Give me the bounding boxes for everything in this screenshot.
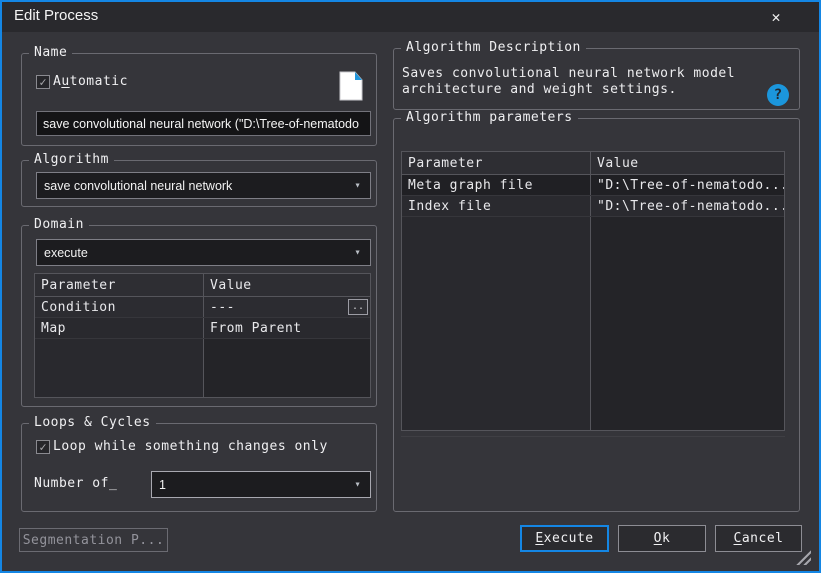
algorithm-dropdown-value: save convolutional neural network [44, 179, 232, 193]
automatic-checkbox[interactable]: ✓ [36, 75, 50, 89]
execute-button[interactable]: Execute [520, 525, 609, 552]
chevron-down-icon: ▼ [354, 481, 361, 488]
table-row-condition[interactable]: Condition --- .. [35, 297, 370, 318]
parameters-table-empty-area [402, 217, 784, 430]
column-header-value: Value [204, 274, 370, 296]
column-header-parameter: Parameter [402, 152, 591, 174]
number-of-dropdown[interactable]: 1 ▼ [151, 471, 371, 498]
help-icon[interactable]: ? [767, 84, 789, 106]
chevron-down-icon: ▼ [354, 249, 361, 256]
loop-while-changes-checkbox[interactable]: ✓ [36, 440, 50, 454]
algorithm-dropdown[interactable]: save convolutional neural network ▼ [36, 172, 371, 199]
domain-group: Domain execute ▼ Parameter Value Conditi… [21, 225, 377, 407]
segmentation-button: Segmentation P... [19, 528, 168, 552]
window-title: Edit Process [14, 7, 98, 24]
domain-dropdown-value: execute [44, 246, 88, 260]
resize-grip-icon[interactable] [793, 550, 811, 565]
domain-group-legend: Domain [29, 217, 89, 232]
table-row-index-file[interactable]: Index file "D:\Tree-of-nematodo... [402, 196, 784, 217]
domain-table-empty-area [35, 339, 370, 397]
algorithm-description-group: Algorithm Description Saves convolutiona… [393, 48, 800, 110]
algorithm-group-legend: Algorithm [29, 152, 114, 167]
parameters-table-header: Parameter Value [402, 152, 784, 175]
algorithm-parameters-legend: Algorithm parameters [401, 110, 578, 125]
name-group-legend: Name [29, 45, 72, 60]
domain-table-header: Parameter Value [35, 274, 370, 297]
algorithm-description-text: Saves convolutional neural network model… [402, 66, 747, 97]
number-of-dropdown-value: 1 [159, 478, 166, 492]
table-row-map[interactable]: Map From Parent [35, 318, 370, 339]
divider [401, 436, 785, 437]
ellipsis-button[interactable]: .. [348, 299, 368, 315]
ok-button[interactable]: Ok [618, 525, 706, 552]
loop-while-changes-label: Loop while something changes only [53, 439, 328, 454]
table-row-meta-graph-file[interactable]: Meta graph file "D:\Tree-of-nematodo... [402, 175, 784, 196]
cancel-button[interactable]: Cancel [715, 525, 802, 552]
algorithm-parameters-group: Algorithm parameters Parameter Value Met… [393, 118, 800, 512]
parameters-table: Parameter Value Meta graph file "D:\Tree… [401, 151, 785, 431]
new-document-icon[interactable] [338, 70, 364, 102]
loops-cycles-group: Loops & Cycles ✓ Loop while something ch… [21, 423, 377, 512]
check-icon: ✓ [39, 441, 46, 453]
number-of-label: Number of_ [34, 476, 117, 491]
column-header-parameter: Parameter [35, 274, 204, 296]
name-group: Name ✓ Automatic save convolutional neur… [21, 53, 377, 146]
process-name-input[interactable]: save convolutional neural network ("D:\T… [36, 111, 371, 136]
edit-process-dialog: Edit Process ✕ Name ✓ Automatic save con… [0, 0, 821, 573]
title-bar[interactable]: Edit Process ✕ [2, 2, 819, 32]
check-icon: ✓ [39, 76, 46, 88]
chevron-down-icon: ▼ [354, 182, 361, 189]
automatic-checkbox-label: Automatic [53, 74, 128, 89]
domain-dropdown[interactable]: execute ▼ [36, 239, 371, 266]
column-header-value: Value [591, 152, 784, 174]
loops-cycles-group-legend: Loops & Cycles [29, 415, 156, 430]
domain-table: Parameter Value Condition --- .. Map Fro… [34, 273, 371, 398]
algorithm-group: Algorithm save convolutional neural netw… [21, 160, 377, 207]
close-icon[interactable]: ✕ [763, 5, 789, 29]
algorithm-description-legend: Algorithm Description [401, 40, 586, 55]
